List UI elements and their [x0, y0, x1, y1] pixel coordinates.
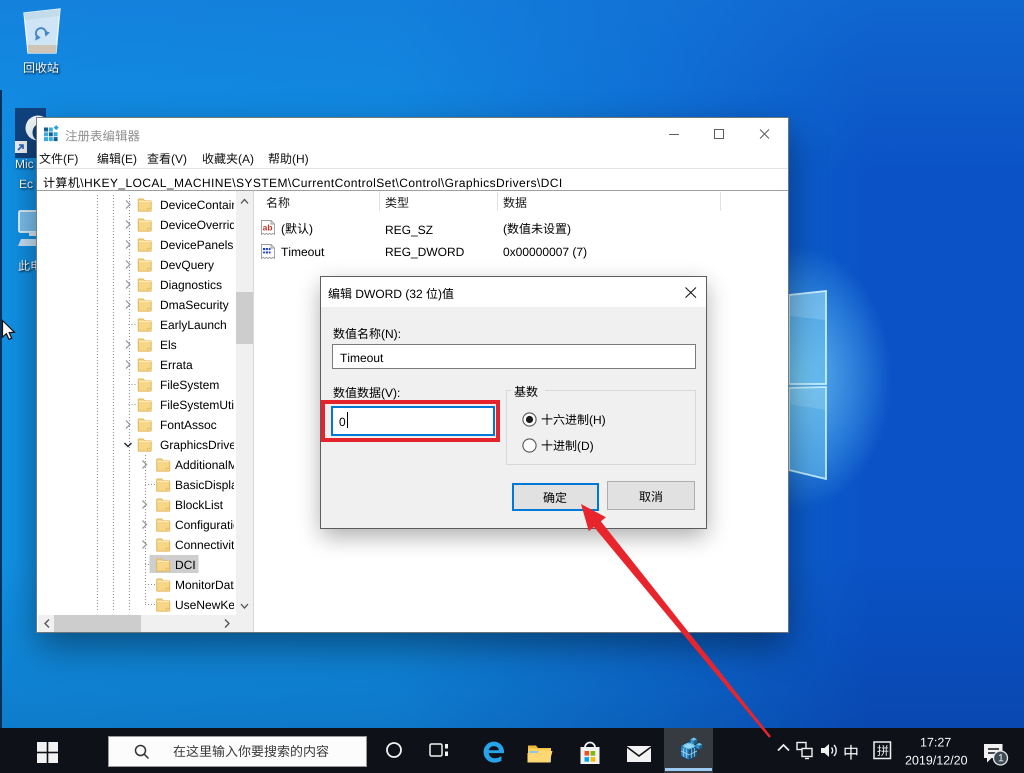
svg-text:ab: ab [263, 223, 273, 233]
